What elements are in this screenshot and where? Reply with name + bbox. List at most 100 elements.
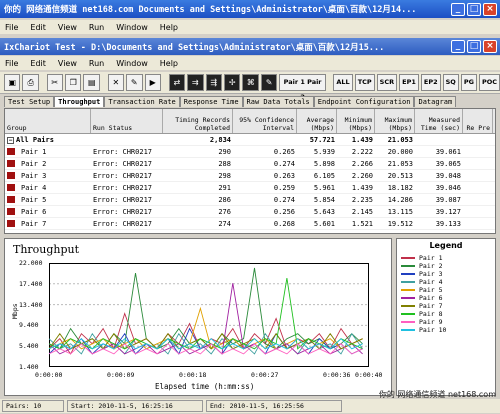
legend-item[interactable]: Pair 7	[397, 302, 495, 310]
pair-group-icon[interactable]: ⇶	[205, 74, 222, 91]
filter-ep2-button[interactable]: EP2	[420, 74, 441, 91]
menu-window[interactable]: Window	[116, 23, 148, 32]
filter-tcp-button[interactable]: TCP	[354, 74, 375, 91]
x-tick-label: 0:00:09	[107, 371, 135, 379]
menu-view[interactable]: View	[58, 23, 77, 32]
cell-maximum: 21.053	[387, 135, 413, 144]
legend-item[interactable]: Pair 8	[397, 310, 495, 318]
cell-run-status: Error: CHR0217	[93, 183, 153, 192]
col-confidence[interactable]: 95% Confidence Interval	[233, 109, 297, 133]
menu-run[interactable]: Run	[89, 23, 104, 32]
pair-cross-icon[interactable]: ✢	[223, 74, 241, 91]
inner-menu-window[interactable]: Window	[116, 59, 148, 68]
legend-item[interactable]: Pair 6	[397, 294, 495, 302]
pencil-icon[interactable]: ✎	[126, 74, 143, 91]
print-icon[interactable]: ⎙	[22, 74, 39, 91]
legend-swatch	[401, 305, 415, 307]
menu-help[interactable]: Help	[160, 23, 178, 32]
table-row[interactable]: Pair 7 Error: CHR0217 274 0.268 5.601 1.521 19…	[5, 218, 495, 230]
col-average[interactable]: Average (Mbps)	[297, 109, 337, 133]
inner-menu-edit[interactable]: Edit	[30, 59, 46, 68]
results-table: Group Run Status Timing Records Complete…	[4, 108, 496, 234]
legend-item[interactable]: Pair 10	[397, 326, 495, 334]
cell-confidence: 0.274	[273, 159, 295, 168]
col-measured-time[interactable]: Measured Time (sec)	[415, 109, 463, 133]
filter-pg-button[interactable]: PG	[460, 74, 477, 91]
minimize-icon[interactable]: _	[451, 2, 465, 16]
pair-toggle-button[interactable]: Pair 1 Pair 2	[279, 74, 326, 101]
run-icon[interactable]: ▶	[144, 74, 161, 91]
table-row[interactable]: Pair 4 Error: CHR0217 291 0.259 5.961 1.439 18…	[5, 182, 495, 194]
legend-item[interactable]: Pair 1	[397, 254, 495, 262]
tab-raw-data-totals[interactable]: Raw Data Totals	[242, 96, 314, 107]
cell-timing-records: 276	[218, 207, 231, 216]
inner-menu-help[interactable]: Help	[160, 59, 178, 68]
pair-multi-icon[interactable]: ⇉	[187, 74, 204, 91]
pair-icon	[7, 208, 15, 215]
inner-close-icon[interactable]: ×	[483, 40, 497, 53]
cell-maximum: 20.000	[387, 147, 413, 156]
close-icon[interactable]: ×	[483, 2, 497, 16]
collapse-icon[interactable]: −	[7, 136, 14, 144]
inner-menu-run[interactable]: Run	[89, 59, 104, 68]
tab-datagram[interactable]: Datagram	[414, 96, 457, 107]
col-group[interactable]: Group	[5, 109, 91, 133]
paste-icon[interactable]: ▤	[83, 74, 100, 91]
tab-throughput[interactable]: Throughput	[54, 96, 105, 107]
pair-edit-icon[interactable]: ✎	[260, 74, 278, 91]
filter-ep1-button[interactable]: EP1	[399, 74, 419, 91]
legend-label: Pair 7	[419, 302, 443, 310]
pair-net-icon[interactable]: ⌘	[242, 74, 259, 91]
cell-timing-records: 288	[218, 159, 231, 168]
tab-test-setup[interactable]: Test Setup	[4, 96, 55, 107]
filter-poc-button[interactable]: POC	[478, 74, 500, 91]
table-row-all-pairs[interactable]: − All Pairs 2,834 57.721 1.439 21.053	[5, 134, 495, 146]
col-run-status[interactable]: Run Status	[91, 109, 163, 133]
cell-average: 5.939	[313, 147, 335, 156]
legend-label: Pair 1	[419, 254, 443, 262]
y-tick-label: 13.400	[19, 300, 43, 309]
legend-item[interactable]: Pair 4	[397, 278, 495, 286]
graph-y-label: Mbps	[11, 303, 19, 319]
table-row[interactable]: Pair 6 Error: CHR0217 276 0.256 5.643 2.145 13…	[5, 206, 495, 218]
cell-measured-time: 39.046	[435, 183, 461, 192]
col-minimum[interactable]: Minimum (Mbps)	[337, 109, 375, 133]
filter-sq-button[interactable]: SQ	[442, 74, 459, 91]
legend-swatch	[401, 313, 415, 315]
col-maximum[interactable]: Maximum (Mbps)	[375, 109, 415, 133]
table-row[interactable]: Pair 2 Error: CHR0217 288 0.274 5.898 2.266 21…	[5, 158, 495, 170]
table-header: Group Run Status Timing Records Complete…	[5, 109, 495, 134]
tab-response-time[interactable]: Response Time	[179, 96, 243, 107]
menu-edit[interactable]: Edit	[30, 23, 46, 32]
legend-item[interactable]: Pair 5	[397, 286, 495, 294]
inner-menu-view[interactable]: View	[58, 59, 77, 68]
inner-maximize-icon[interactable]: □	[467, 40, 481, 53]
pair-link-icon[interactable]: ⇄	[168, 74, 186, 91]
cut-icon[interactable]: ✂	[46, 74, 64, 91]
y-tick-label: 9.400	[19, 321, 39, 330]
col-relative-precision[interactable]: Re Pre	[463, 109, 493, 133]
tab-endpoint-configuration[interactable]: Endpoint Configuration	[313, 96, 415, 107]
legend-item[interactable]: Pair 2	[397, 262, 495, 270]
legend-item[interactable]: Pair 9	[397, 318, 495, 326]
cell-minimum: 2.235	[351, 195, 373, 204]
disconnect-icon[interactable]: ✕	[107, 74, 125, 91]
cell-run-status: Error: CHR0217	[93, 147, 153, 156]
save-icon[interactable]: ▣	[4, 74, 21, 91]
cell-timing-records: 298	[218, 171, 231, 180]
legend-item[interactable]: Pair 3	[397, 270, 495, 278]
inner-minimize-icon[interactable]: _	[451, 40, 465, 53]
table-row[interactable]: Pair 5 Error: CHR0217 286 0.274 5.854 2.235 14…	[5, 194, 495, 206]
tab-transaction-rate[interactable]: Transaction Rate	[104, 96, 180, 107]
menu-file[interactable]: File	[5, 23, 18, 32]
maximize-icon[interactable]: □	[467, 2, 481, 16]
table-row[interactable]: Pair 1 Error: CHR0217 290 0.265 5.939 2.222 20…	[5, 146, 495, 158]
cell-measured-time: 39.065	[435, 159, 461, 168]
col-timing-records[interactable]: Timing Records Completed	[163, 109, 233, 133]
table-row[interactable]: Pair 3 Error: CHR0217 298 0.263 6.105 2.260 20…	[5, 170, 495, 182]
inner-menu-file[interactable]: File	[5, 59, 18, 68]
filter-scr-button[interactable]: SCR	[376, 74, 398, 91]
copy-icon[interactable]: ❐	[65, 74, 82, 91]
legend-swatch	[401, 297, 415, 299]
filter-all-button[interactable]: ALL	[333, 74, 353, 91]
